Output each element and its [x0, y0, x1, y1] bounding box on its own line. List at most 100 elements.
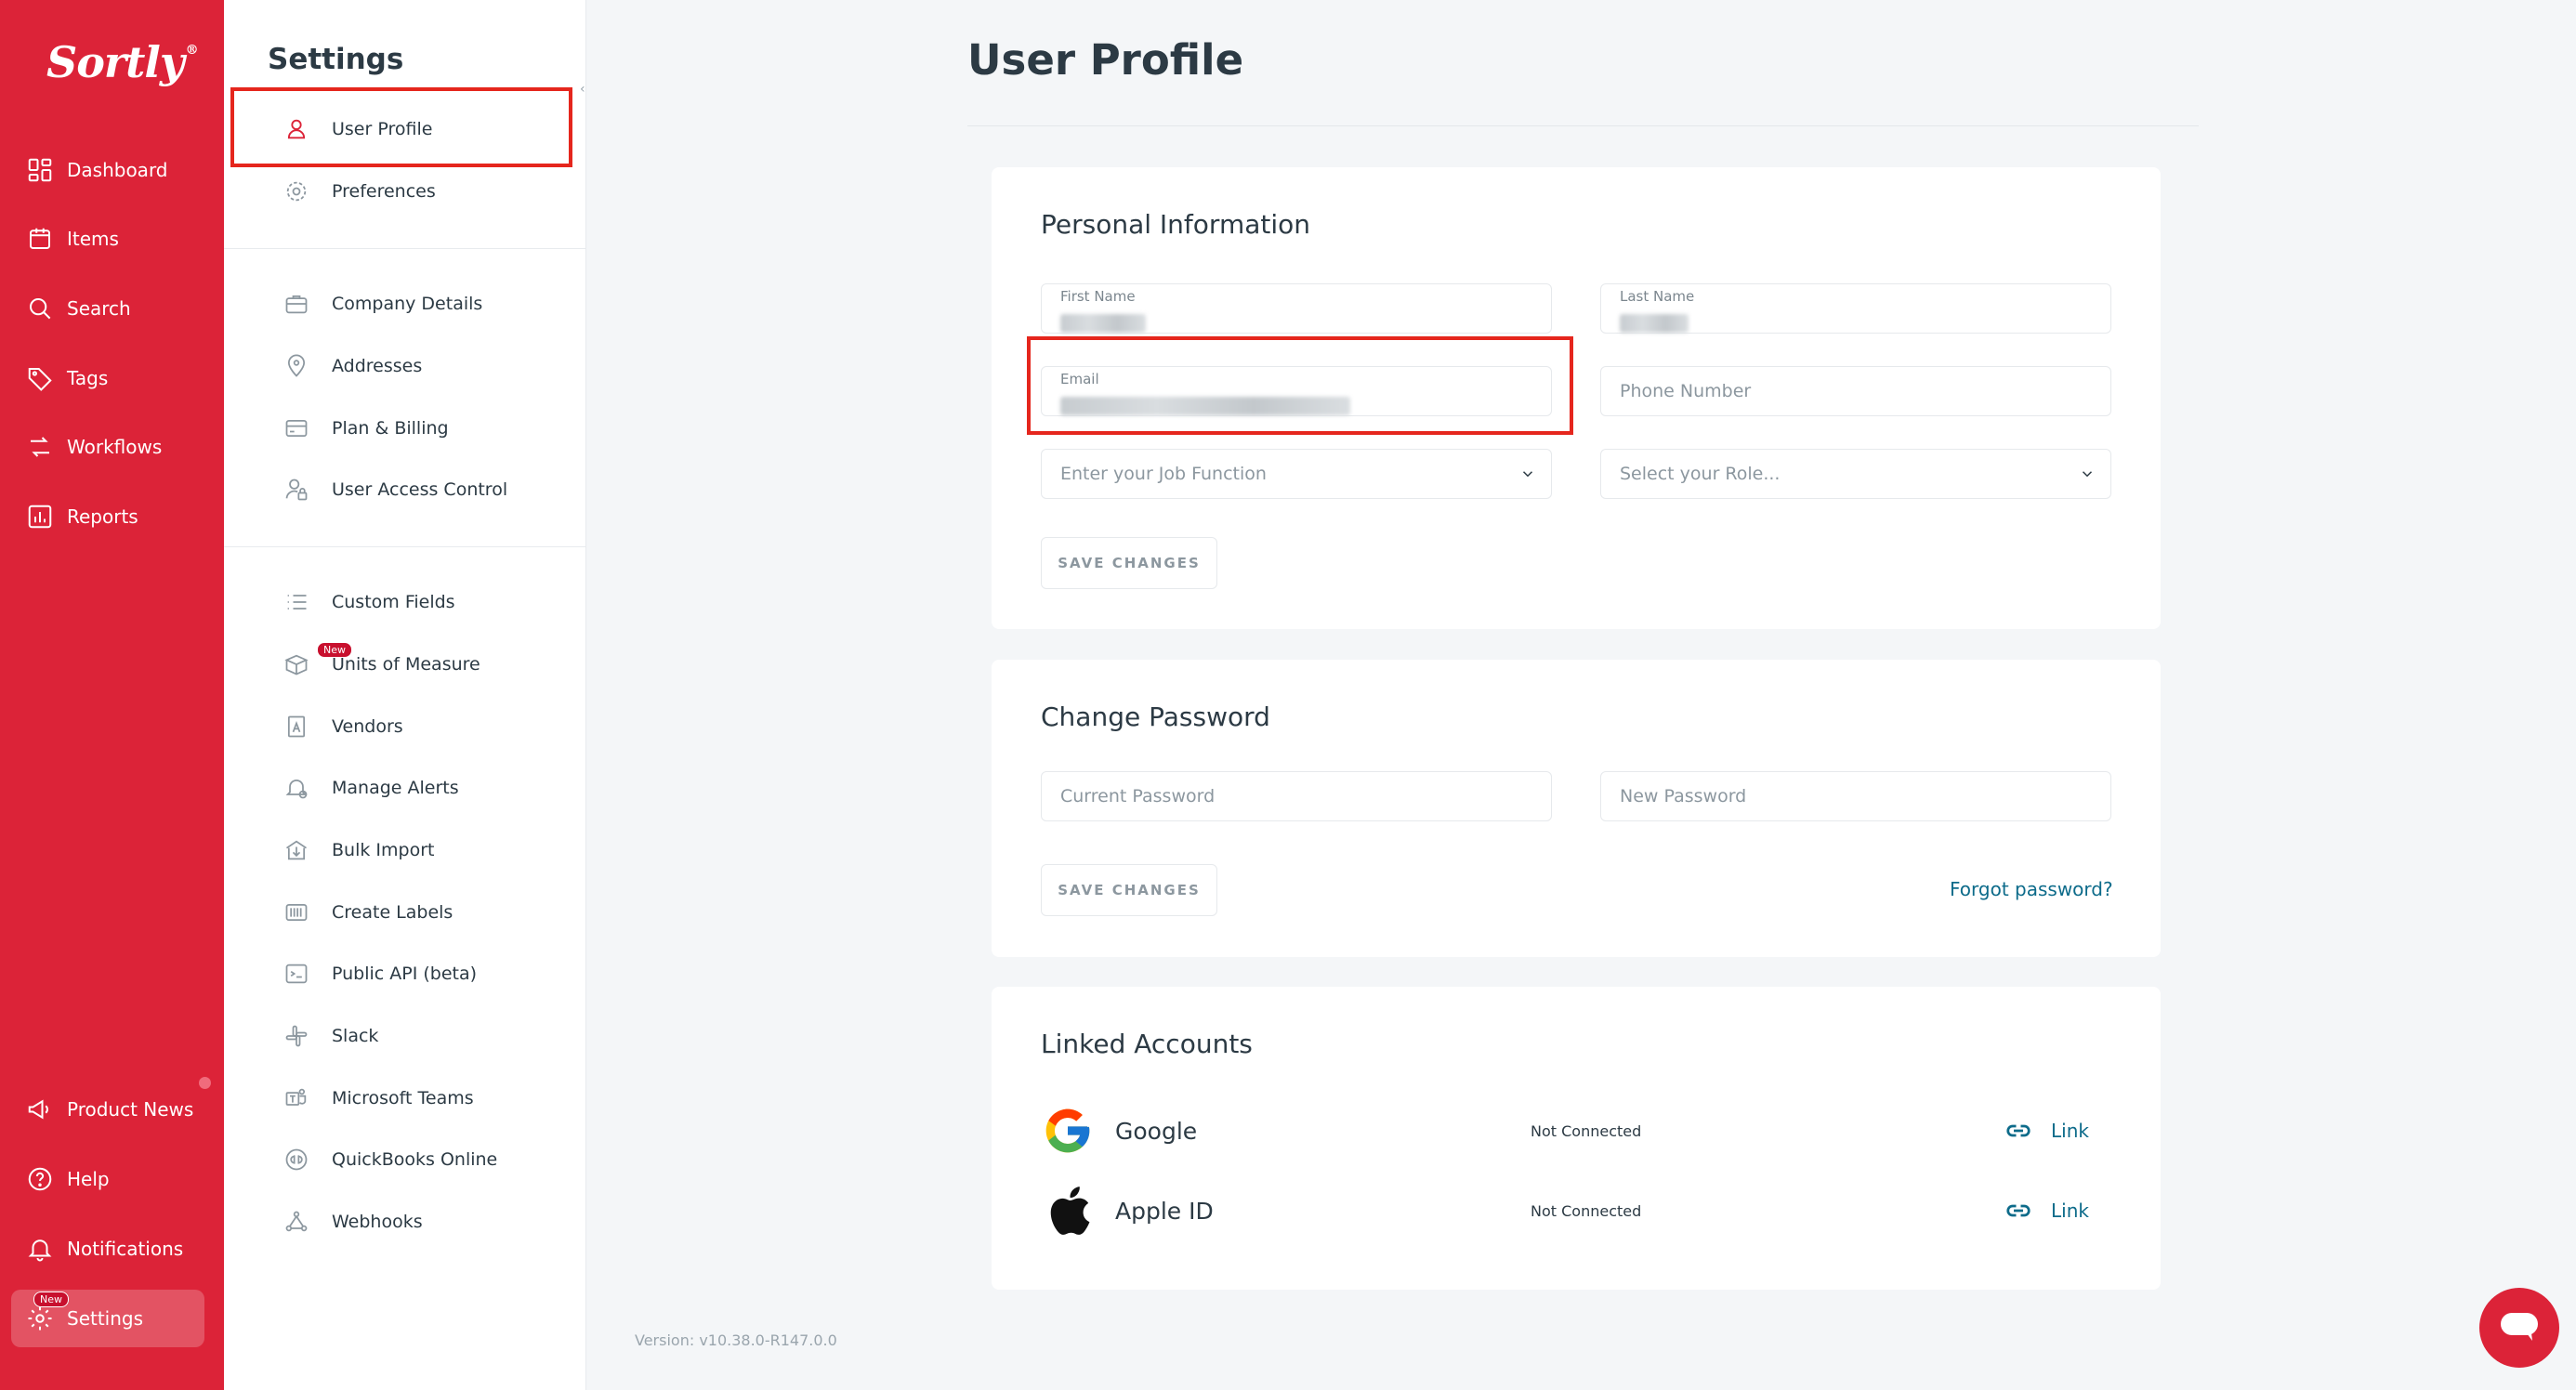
field-placeholder: Phone Number: [1620, 381, 1752, 401]
settings-item-plan-billing[interactable]: Plan & Billing: [261, 404, 568, 452]
card-title: Personal Information: [1041, 209, 1311, 240]
nav-dashboard[interactable]: Dashboard: [11, 141, 204, 199]
page-title: User Profile: [967, 35, 1244, 85]
settings-item-custom-fields[interactable]: Custom Fields: [261, 578, 568, 626]
teams-icon: [285, 1088, 307, 1106]
nav-help[interactable]: Help: [11, 1150, 204, 1208]
nav-notifications[interactable]: Notifications: [11, 1220, 204, 1278]
forgot-password-link[interactable]: Forgot password?: [1950, 878, 2113, 900]
chat-icon: [2501, 1313, 2538, 1341]
nav-items[interactable]: Items: [11, 210, 204, 268]
field-placeholder: Enter your Job Function: [1060, 464, 1267, 484]
gear-icon: [28, 1306, 52, 1331]
nav-product-news[interactable]: Product News: [11, 1081, 204, 1138]
new-badge: New: [317, 642, 352, 658]
phone-number-field[interactable]: Phone Number: [1600, 366, 2111, 416]
settings-item-label: Company Details: [332, 294, 483, 314]
nav-search[interactable]: Search: [11, 280, 204, 337]
slack-icon: [285, 1025, 308, 1047]
link-google-button[interactable]: Link: [2004, 1117, 2089, 1145]
current-password-field[interactable]: Current Password: [1041, 771, 1552, 821]
settings-item-label: Slack: [332, 1026, 379, 1046]
settings-item-label: Public API (beta): [332, 964, 478, 984]
link-label: Link: [2051, 1120, 2089, 1142]
account-name: Apple ID: [1115, 1197, 1214, 1225]
save-changes-button[interactable]: SAVE CHANGES: [1041, 537, 1217, 589]
settings-item-label: Create Labels: [332, 902, 453, 923]
settings-item-label: QuickBooks Online: [332, 1149, 498, 1170]
settings-item-slack[interactable]: Slack: [261, 1012, 568, 1060]
help-icon: [28, 1167, 52, 1191]
settings-item-label: Manage Alerts: [332, 778, 459, 798]
divider: [967, 125, 2199, 126]
nav-label: Items: [67, 228, 119, 250]
megaphone-icon: [28, 1099, 48, 1120]
connection-status: Not Connected: [1531, 1121, 1642, 1140]
settings-title: Settings: [268, 43, 404, 76]
settings-item-create-labels[interactable]: Create Labels: [261, 888, 568, 937]
field-placeholder: Select your Role...: [1620, 464, 1781, 484]
nav-label: Settings: [67, 1307, 144, 1330]
settings-item-label: Custom Fields: [332, 592, 455, 612]
settings-item-webhooks[interactable]: Webhooks: [261, 1198, 568, 1246]
settings-item-label: Addresses: [332, 356, 423, 376]
settings-item-vendors[interactable]: Vendors: [261, 702, 568, 751]
first-name-field[interactable]: First Name: [1041, 283, 1552, 334]
settings-item-label: Plan & Billing: [332, 418, 449, 439]
nav-workflows[interactable]: Workflows: [11, 418, 204, 476]
connection-status: Not Connected: [1531, 1201, 1642, 1220]
nav-settings[interactable]: Settings New: [11, 1290, 204, 1347]
role-select[interactable]: Select your Role...: [1600, 449, 2111, 499]
annotation-highlight: [230, 87, 572, 167]
user-lock-icon: [285, 479, 308, 501]
nav-label: Reports: [67, 505, 138, 528]
field-placeholder: Current Password: [1060, 786, 1216, 806]
quickbooks-icon: [285, 1148, 308, 1171]
job-function-select[interactable]: Enter your Job Function: [1041, 449, 1552, 499]
nav-label: Help: [67, 1168, 110, 1190]
save-password-button[interactable]: SAVE CHANGES: [1041, 864, 1217, 916]
settings-item-bulk-import[interactable]: Bulk Import: [261, 826, 568, 874]
dashboard-icon: [28, 158, 52, 182]
divider: [224, 546, 586, 547]
last-name-field[interactable]: Last Name: [1600, 283, 2111, 334]
settings-item-label: Vendors: [332, 716, 403, 737]
link-icon: [2006, 1124, 2031, 1137]
reports-icon: [28, 505, 52, 529]
nav-label: Tags: [67, 367, 109, 389]
settings-item-addresses[interactable]: Addresses: [261, 342, 568, 390]
settings-item-company-details[interactable]: Company Details: [261, 280, 568, 328]
sortly-logo[interactable]: Sortly ®: [46, 37, 199, 87]
linked-account-google: Google Not Connected Link: [1041, 1098, 2109, 1163]
google-icon: [1041, 1104, 1095, 1158]
link-icon: [2006, 1204, 2031, 1217]
apple-icon: [1041, 1184, 1095, 1238]
terminal-icon: [285, 964, 308, 984]
new-password-field[interactable]: New Password: [1600, 771, 2111, 821]
field-label: First Name: [1060, 288, 1136, 305]
bell-icon: [285, 779, 308, 799]
settings-item-units-of-measure[interactable]: Units of Measure New: [261, 640, 568, 688]
nav-tags[interactable]: Tags: [11, 349, 204, 407]
chat-support-button[interactable]: [2479, 1288, 2559, 1368]
nav-label: Notifications: [67, 1238, 184, 1260]
nav-label: Search: [67, 297, 131, 320]
collapse-sidebar-icon[interactable]: ‹: [580, 82, 593, 102]
webhook-icon: [285, 1211, 308, 1232]
nav-label: Dashboard: [67, 159, 168, 181]
notification-dot: [197, 1075, 213, 1091]
settings-item-microsoft-teams[interactable]: Microsoft Teams: [261, 1074, 568, 1122]
tag-icon: [28, 368, 52, 391]
settings-item-public-api[interactable]: Public API (beta): [261, 950, 568, 998]
settings-item-quickbooks[interactable]: QuickBooks Online: [261, 1135, 568, 1184]
chevron-down-icon: [2082, 471, 2093, 478]
settings-item-user-access-control[interactable]: User Access Control: [261, 466, 568, 514]
nav-label: Workflows: [67, 436, 163, 458]
linked-accounts-card: Linked Accounts Google Not Connected Lin…: [992, 987, 2161, 1290]
settings-item-preferences[interactable]: Preferences: [261, 167, 568, 216]
nav-reports[interactable]: Reports: [11, 488, 204, 545]
new-badge: New: [33, 1292, 69, 1307]
settings-item-manage-alerts[interactable]: Manage Alerts: [261, 764, 568, 812]
link-label: Link: [2051, 1200, 2089, 1222]
link-apple-button[interactable]: Link: [2004, 1197, 2089, 1225]
